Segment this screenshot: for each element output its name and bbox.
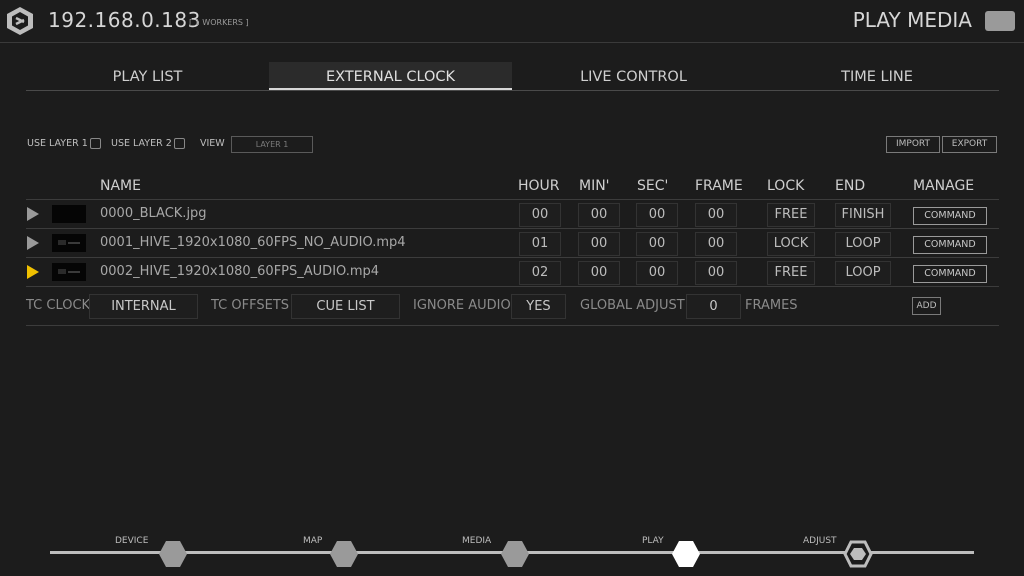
divider (26, 257, 999, 258)
media-name: 0000_BLACK.jpg (100, 206, 207, 221)
top-bar: 192.168.0.183 [ 1 WORKERS ] PLAY MEDIA (0, 0, 1024, 43)
sec-field[interactable]: 00 (636, 203, 678, 227)
tab-external-clock[interactable]: EXTERNAL CLOCK (269, 62, 512, 90)
nav-label-device: DEVICE (115, 536, 149, 546)
end-select[interactable]: LOOP (835, 261, 891, 285)
use-layer-2-checkbox[interactable] (174, 138, 185, 149)
device-ip: 192.168.0.183 (48, 8, 201, 32)
hive-thumbnail-icon (58, 269, 80, 274)
global-adjust-label: GLOBAL ADJUST (580, 298, 685, 313)
command-button[interactable]: COMMAND (913, 265, 987, 283)
hour-field[interactable]: 01 (519, 232, 561, 256)
col-lock: LOCK (767, 178, 805, 194)
import-button[interactable]: IMPORT (886, 136, 940, 153)
media-name: 0002_HIVE_1920x1080_60FPS_AUDIO.mp4 (100, 264, 380, 279)
end-select[interactable]: LOOP (835, 232, 891, 256)
play-icon[interactable] (27, 207, 39, 221)
view-label: VIEW (200, 138, 225, 149)
media-thumbnail (52, 263, 86, 281)
page-title: PLAY MEDIA (852, 8, 972, 32)
hive-logo-icon (7, 7, 33, 35)
play-icon-active[interactable] (27, 265, 39, 279)
view-select[interactable]: LAYER 1 (231, 136, 313, 153)
frame-field[interactable]: 00 (695, 203, 737, 227)
use-layer-1-checkbox[interactable] (90, 138, 101, 149)
tc-offsets-select[interactable]: CUE LIST (291, 294, 400, 319)
tc-offsets-label: TC OFFSETS (211, 298, 290, 313)
nav-label-map: MAP (303, 536, 323, 546)
media-name: 0001_HIVE_1920x1080_60FPS_NO_AUDIO.mp4 (100, 235, 406, 250)
nav-map-hex-icon[interactable] (329, 539, 359, 569)
min-field[interactable]: 00 (578, 261, 620, 285)
frame-field[interactable]: 00 (695, 261, 737, 285)
ignore-audio-label: IGNORE AUDIO (413, 298, 511, 313)
use-layer-2-label: USE LAYER 2 (111, 138, 172, 149)
workers-count: [ 1 WORKERS ] (189, 18, 249, 27)
hour-field[interactable]: 02 (519, 261, 561, 285)
play-icon[interactable] (27, 236, 39, 250)
tc-clock-label: TC CLOCK (26, 298, 91, 313)
command-button[interactable]: COMMAND (913, 207, 987, 225)
col-hour: HOUR (518, 178, 560, 194)
tab-play-list[interactable]: PLAY LIST (26, 62, 269, 90)
tab-time-line[interactable]: TIME LINE (755, 62, 999, 90)
divider (26, 325, 999, 326)
frames-label: FRAMES (745, 298, 798, 313)
nav-device-hex-icon[interactable] (158, 539, 188, 569)
sec-field[interactable]: 00 (636, 232, 678, 256)
nav-play-hex-icon[interactable] (671, 539, 701, 569)
min-field[interactable]: 00 (578, 203, 620, 227)
media-thumbnail (52, 234, 86, 252)
nav-media-hex-icon[interactable] (500, 539, 530, 569)
nav-label-adjust: ADJUST (803, 536, 837, 546)
command-button[interactable]: COMMAND (913, 236, 987, 254)
nav-label-media: MEDIA (462, 536, 492, 546)
lock-select[interactable]: LOCK (767, 232, 815, 256)
lock-select[interactable]: FREE (767, 203, 815, 227)
tab-live-control[interactable]: LIVE CONTROL (512, 62, 755, 90)
export-button[interactable]: EXPORT (942, 136, 997, 153)
col-frame: FRAME (695, 178, 743, 194)
min-field[interactable]: 00 (578, 232, 620, 256)
ignore-audio-select[interactable]: YES (511, 294, 566, 319)
divider (26, 286, 999, 287)
nav-adjust-hex-icon[interactable] (843, 539, 873, 569)
col-manage: MANAGE (913, 178, 975, 194)
frame-field[interactable]: 00 (695, 232, 737, 256)
divider (26, 199, 999, 200)
nav-label-play: PLAY (642, 536, 664, 546)
global-adjust-input[interactable]: 0 (686, 294, 741, 319)
sec-field[interactable]: 00 (636, 261, 678, 285)
tc-clock-select[interactable]: INTERNAL (89, 294, 198, 319)
hour-field[interactable]: 00 (519, 203, 561, 227)
divider (26, 228, 999, 229)
col-sec: SEC' (637, 178, 669, 194)
use-layer-1-label: USE LAYER 1 (27, 138, 88, 149)
end-select[interactable]: FINISH (835, 203, 891, 227)
media-thumbnail (52, 205, 86, 223)
col-name: NAME (100, 178, 141, 194)
menu-button[interactable] (985, 11, 1015, 31)
col-end: END (835, 178, 866, 194)
add-button[interactable]: ADD (912, 297, 941, 315)
hive-thumbnail-icon (58, 240, 80, 245)
lock-select[interactable]: FREE (767, 261, 815, 285)
col-min: MIN' (579, 178, 610, 194)
tab-bar: PLAY LIST EXTERNAL CLOCK LIVE CONTROL TI… (26, 62, 999, 91)
